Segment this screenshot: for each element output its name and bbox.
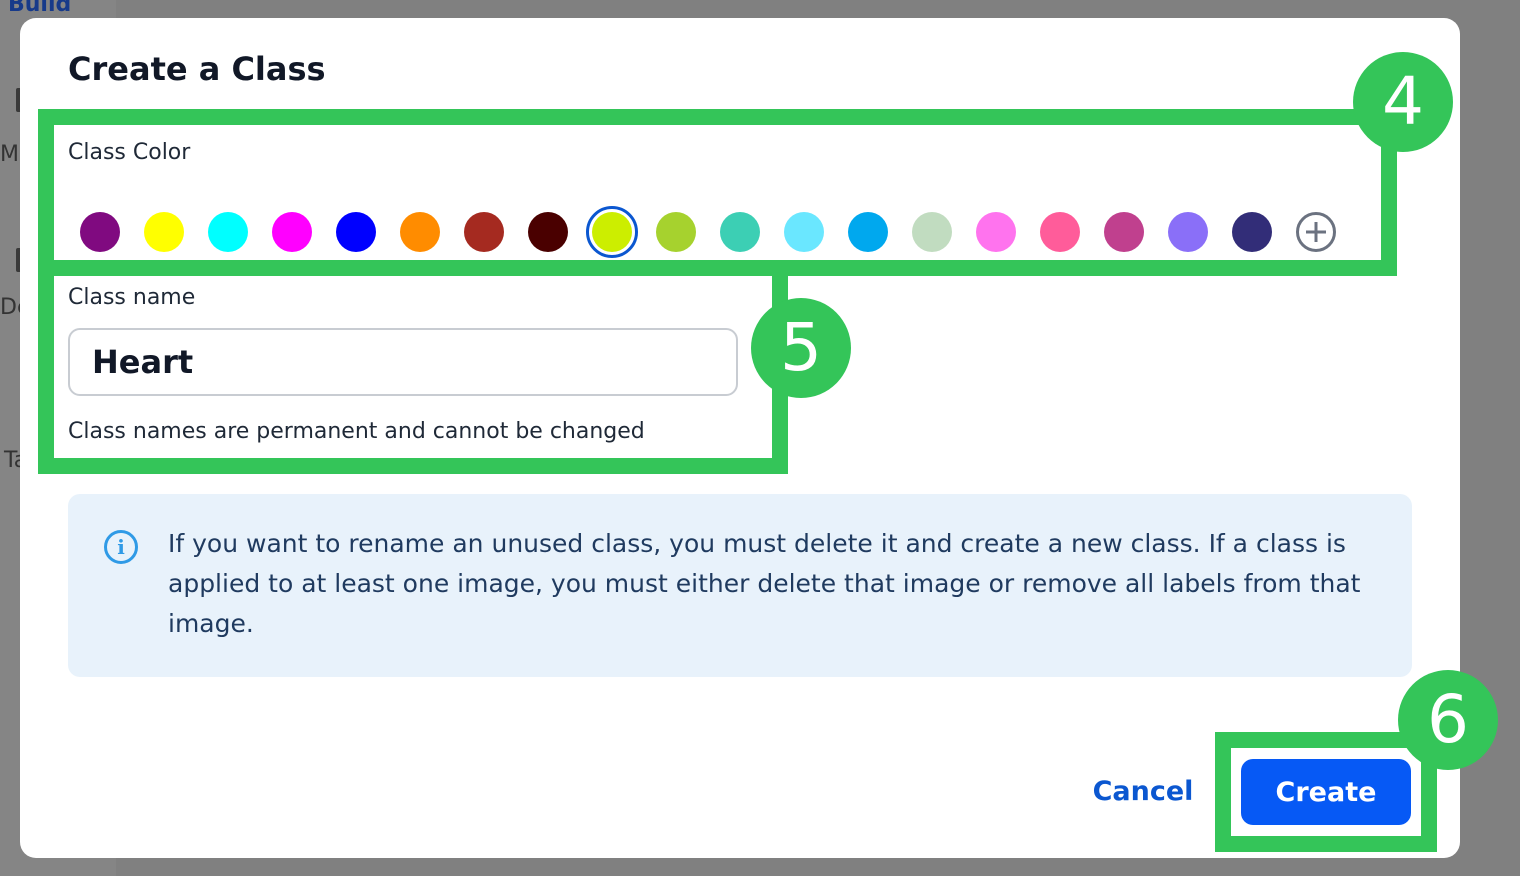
info-icon: i	[104, 530, 138, 564]
info-text: If you want to rename an unused class, y…	[168, 529, 1361, 638]
background-nav-build: Build	[8, 0, 72, 17]
info-callout: i If you want to rename an unused class,…	[68, 494, 1412, 677]
annotation-badge: 4	[1353, 52, 1453, 152]
dialog-title: Create a Class	[68, 50, 326, 88]
cancel-button[interactable]: Cancel	[1078, 766, 1208, 816]
annotation-highlight-name	[38, 260, 788, 474]
annotation-highlight-create	[1215, 732, 1437, 852]
annotation-highlight-color	[38, 109, 1397, 276]
annotation-badge: 6	[1398, 670, 1498, 770]
annotation-badge: 5	[751, 298, 851, 398]
